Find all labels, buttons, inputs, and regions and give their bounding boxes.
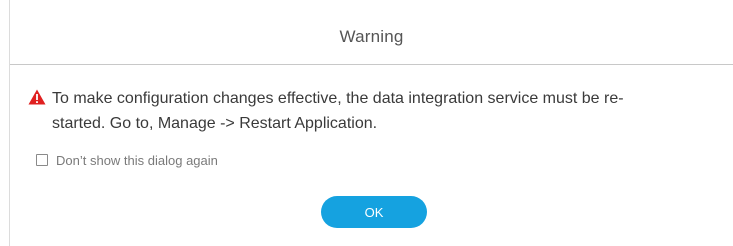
dialog-header: Warning	[10, 0, 733, 65]
dialog-title: Warning	[339, 27, 404, 46]
warning-text-line-2: started. Go to, Manage -> Restart Applic…	[52, 115, 378, 132]
dont-show-again-checkbox[interactable]	[36, 154, 48, 166]
dont-show-again-label: Don’t show this dialog again	[56, 152, 218, 168]
warning-text-line-1: To make configuration changes effective,…	[52, 90, 624, 107]
dont-show-again-option[interactable]: Don’t show this dialog again	[36, 152, 218, 168]
warning-dialog: Warning To make configuration changes ef…	[9, 0, 733, 246]
warning-icon	[28, 89, 46, 105]
ok-button[interactable]: OK	[321, 196, 427, 228]
warning-text: To make configuration changes effective,…	[52, 86, 702, 136]
